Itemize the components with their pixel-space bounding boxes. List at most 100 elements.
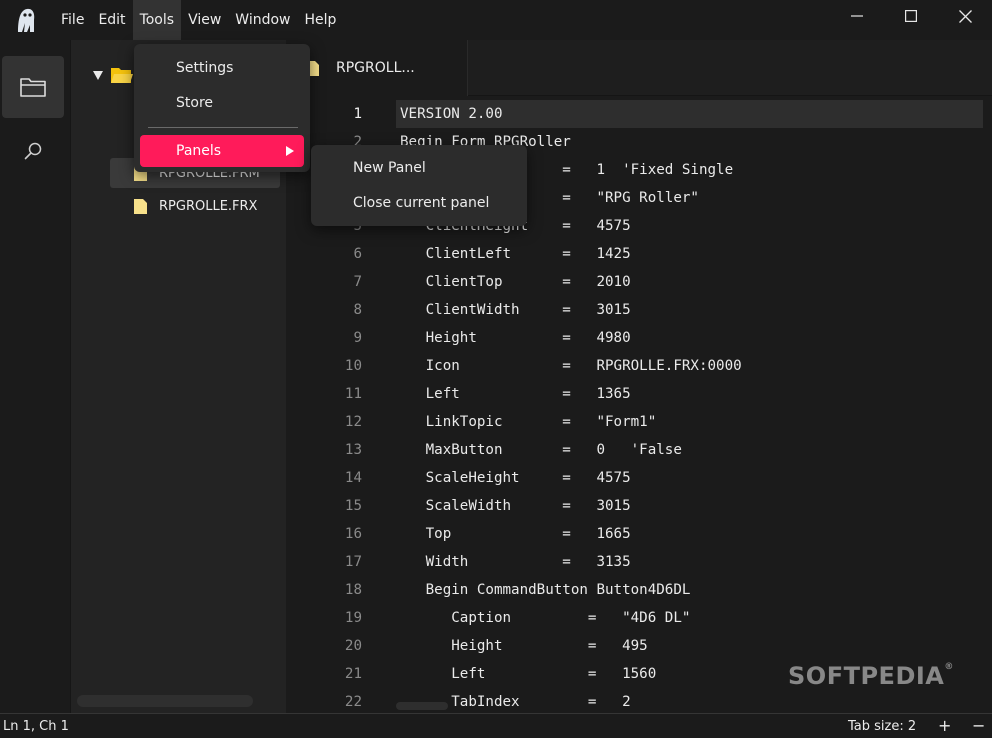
zoom-in-button[interactable]: + xyxy=(938,714,951,738)
tab-label: RPGROLL... xyxy=(336,60,415,76)
panels-submenu: New Panel Close current panel xyxy=(311,145,527,226)
code-text: ScaleHeight = 4575 xyxy=(400,470,631,486)
zoom-out-button[interactable]: − xyxy=(972,714,985,738)
close-icon xyxy=(958,9,972,23)
menu-separator xyxy=(148,127,298,128)
folder-icon xyxy=(20,78,46,97)
line-number: 10 xyxy=(344,358,362,374)
code-text: Top = 1665 xyxy=(400,526,631,542)
menu-help[interactable]: Help xyxy=(298,0,344,40)
editor-hscrollbar[interactable] xyxy=(396,702,448,710)
menu-item-panels[interactable]: Panels xyxy=(140,135,304,167)
softpedia-watermark: SOFTPEDIA® xyxy=(788,662,954,690)
code-text: Begin CommandButton Button4D6DL xyxy=(400,582,691,598)
code-line[interactable]: 18 Begin CommandButton Button4D6DL xyxy=(286,576,992,604)
title-bar: File Edit Tools View Window Help xyxy=(0,0,992,40)
code-text: MaxButton = 0 'False xyxy=(400,442,682,458)
menu-tools[interactable]: Tools xyxy=(132,0,182,40)
minimize-icon xyxy=(851,15,863,17)
code-line[interactable]: 10 Icon = RPGROLLE.FRX:0000 xyxy=(286,352,992,380)
code-line[interactable]: 15 ScaleWidth = 3015 xyxy=(286,492,992,520)
code-line[interactable]: 22 TabIndex = 2 xyxy=(286,688,992,716)
code-line[interactable]: 20 Height = 495 xyxy=(286,632,992,660)
code-line[interactable]: 11 Left = 1365 xyxy=(286,380,992,408)
line-number: 13 xyxy=(344,442,362,458)
line-number: 9 xyxy=(353,330,362,346)
file-icon xyxy=(134,198,147,214)
code-text: ClientWidth = 3015 xyxy=(400,302,631,318)
close-button[interactable] xyxy=(938,0,992,32)
code-line[interactable]: 12 LinkTopic = "Form1" xyxy=(286,408,992,436)
search-button[interactable] xyxy=(2,120,64,182)
code-line[interactable]: 19 Caption = "4D6 DL" xyxy=(286,604,992,632)
collapse-triangle-icon xyxy=(93,70,103,80)
line-number: 22 xyxy=(344,694,362,710)
editor-panel: RPGROLL... 1 VERSION 2.00 2 Begin Form RPGR… xyxy=(286,40,992,713)
code-text: Height = 4980 xyxy=(400,330,631,346)
code-line[interactable]: 16 Top = 1665 xyxy=(286,520,992,548)
line-number: 7 xyxy=(353,274,362,290)
line-number: 6 xyxy=(353,246,362,262)
line-number: 20 xyxy=(344,638,362,654)
line-number: 8 xyxy=(353,302,362,318)
code-line[interactable]: 7 ClientTop = 2010 xyxy=(286,268,992,296)
maximize-button[interactable] xyxy=(884,0,938,32)
line-number: 21 xyxy=(344,666,362,682)
folder-open-icon xyxy=(111,67,133,83)
code-text: ClientTop = 2010 xyxy=(400,274,631,290)
cursor-position: Ln 1, Ch 1 xyxy=(3,719,69,734)
line-number: 12 xyxy=(344,414,362,430)
tree-file-frx[interactable]: RPGROLLE.FRX xyxy=(134,191,280,221)
code-line[interactable]: 17 Width = 3135 xyxy=(286,548,992,576)
code-text: LinkTopic = "Form1" xyxy=(400,414,657,430)
activity-bar xyxy=(0,40,70,713)
line-number: 17 xyxy=(344,554,362,570)
menu-window[interactable]: Window xyxy=(228,0,297,40)
tab-rpgrolle[interactable]: RPGROLL... xyxy=(286,40,468,96)
menu-item-panels-label: Panels xyxy=(176,143,222,159)
menu-item-new-panel[interactable]: New Panel xyxy=(311,151,527,185)
code-text: ClientLeft = 1425 xyxy=(400,246,631,262)
menu-item-settings[interactable]: Settings xyxy=(140,52,304,84)
menu-item-store[interactable]: Store xyxy=(140,87,304,119)
line-number: 15 xyxy=(344,498,362,514)
tab-bar: RPGROLL... xyxy=(286,40,992,96)
menu-bar: File Edit Tools View Window Help xyxy=(54,0,343,40)
code-text: ScaleWidth = 3015 xyxy=(400,498,631,514)
tree-file-label: RPGROLLE.FRX xyxy=(159,198,258,214)
menu-file[interactable]: File xyxy=(54,0,91,40)
menu-view[interactable]: View xyxy=(181,0,228,40)
code-line[interactable]: 14 ScaleHeight = 4575 xyxy=(286,464,992,492)
code-text: Left = 1365 xyxy=(400,386,631,402)
code-line[interactable]: 1 VERSION 2.00 xyxy=(286,100,992,128)
code-line[interactable]: 6 ClientLeft = 1425 xyxy=(286,240,992,268)
maximize-icon xyxy=(905,10,917,22)
app-logo-icon xyxy=(18,8,35,32)
code-text: TabIndex = 2 xyxy=(400,694,631,710)
line-number: 18 xyxy=(344,582,362,598)
code-text: Caption = "4D6 DL" xyxy=(400,610,691,626)
submenu-arrow-icon xyxy=(286,146,294,156)
sidebar-scrollbar[interactable] xyxy=(77,695,253,707)
search-icon xyxy=(24,142,42,160)
code-text: Width = 3135 xyxy=(400,554,631,570)
code-line[interactable]: 8 ClientWidth = 3015 xyxy=(286,296,992,324)
watermark-text: SOFTPEDIA xyxy=(788,662,945,690)
tools-menu-dropdown: Settings Store Panels xyxy=(134,44,310,172)
watermark-registered: ® xyxy=(944,662,954,672)
minimize-button[interactable] xyxy=(830,0,884,32)
code-line[interactable]: 13 MaxButton = 0 'False xyxy=(286,436,992,464)
status-bar: Ln 1, Ch 1 Tab size: 2 + − xyxy=(0,713,992,738)
menu-item-close-current-panel[interactable]: Close current panel xyxy=(311,186,527,220)
code-text: VERSION 2.00 xyxy=(396,100,983,128)
explorer-button[interactable] xyxy=(2,56,64,118)
code-text: Icon = RPGROLLE.FRX:0000 xyxy=(400,358,742,374)
tab-size-selector[interactable]: Tab size: 2 xyxy=(848,714,916,738)
line-number: 16 xyxy=(344,526,362,542)
line-number: 14 xyxy=(344,470,362,486)
menu-edit[interactable]: Edit xyxy=(91,0,132,40)
code-line[interactable]: 9 Height = 4980 xyxy=(286,324,992,352)
line-number: 11 xyxy=(344,386,362,402)
line-number: 19 xyxy=(344,610,362,626)
code-text: Height = 495 xyxy=(400,638,648,654)
